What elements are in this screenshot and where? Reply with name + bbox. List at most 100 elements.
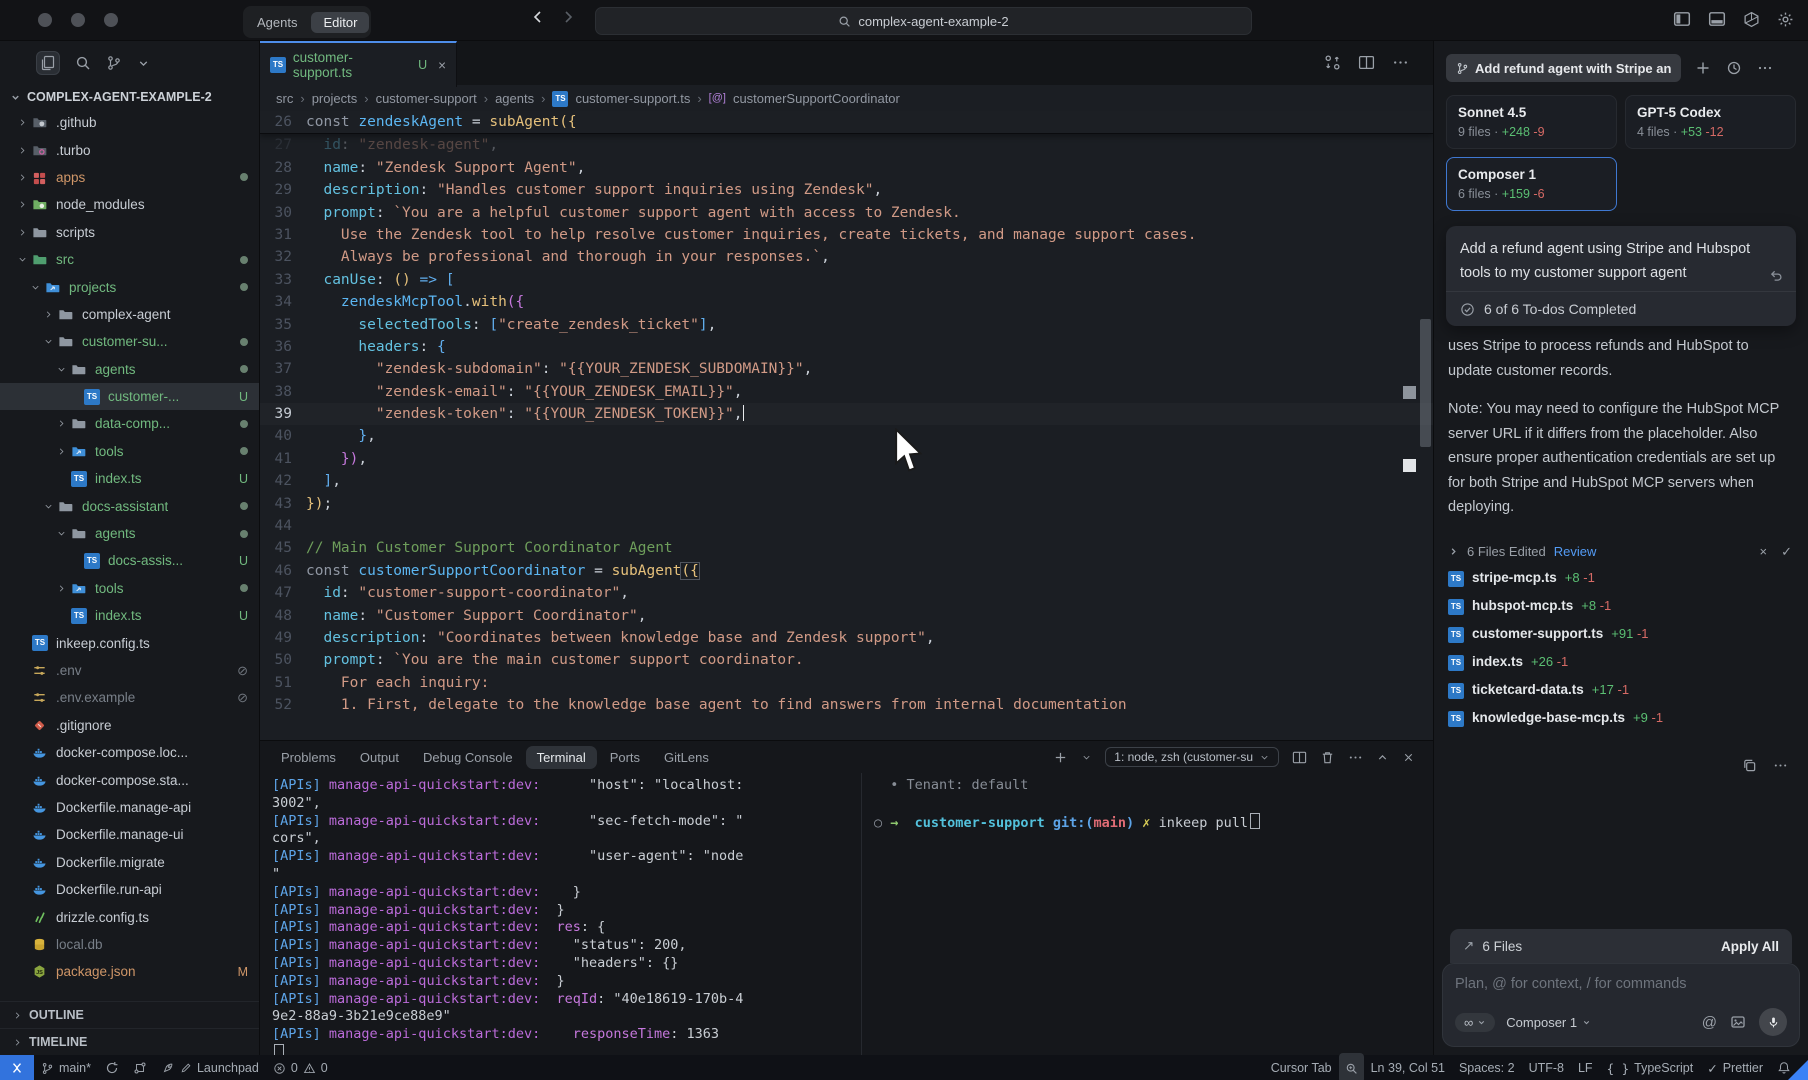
code-line[interactable]: 51 For each inquiry:	[260, 672, 1433, 694]
agent-card-sonnet-4-5[interactable]: Sonnet 4.59 files · +248 -9	[1446, 95, 1617, 149]
indentation-status[interactable]: Spaces: 2	[1452, 1055, 1522, 1080]
code-line[interactable]: 26const zendeskAgent = subAgent({	[260, 111, 1433, 134]
tree-item[interactable]: projects	[0, 273, 259, 300]
panel-tab-debug-console[interactable]: Debug Console	[412, 746, 524, 769]
model-selector[interactable]: Composer 1	[1506, 1015, 1591, 1030]
panel-tab-terminal[interactable]: Terminal	[526, 746, 597, 769]
settings-gear-icon[interactable]	[1777, 11, 1794, 28]
forward-arrow-icon[interactable]	[560, 9, 576, 25]
code-line[interactable]: 30 prompt: `You are a helpful customer s…	[260, 202, 1433, 224]
breadcrumb-file[interactable]: customer-support.ts	[575, 91, 690, 106]
breadcrumb-item[interactable]: projects	[312, 91, 358, 106]
code-line[interactable]: 27 id: "zendesk-agent",	[260, 134, 1433, 156]
chevron-right-icon[interactable]	[1448, 546, 1459, 557]
tree-item[interactable]: agents	[0, 356, 259, 383]
search-tool-icon[interactable]	[75, 55, 91, 71]
code-line[interactable]: 28 name: "Zendesk Support Agent",	[260, 157, 1433, 179]
tree-item[interactable]: .env⊘	[0, 657, 259, 684]
source-control-icon[interactable]	[106, 55, 122, 71]
remote-indicator[interactable]	[0, 1055, 34, 1080]
open-changes-icon[interactable]	[1324, 54, 1341, 71]
panel-tab-problems[interactable]: Problems	[270, 746, 347, 769]
apply-files-bar[interactable]: ↗ 6 Files Apply All	[1450, 929, 1792, 963]
terminal-pane-left[interactable]: [APIs] manage-api-quickstart:dev: "host"…	[260, 773, 861, 1055]
code-line[interactable]: 29 description: "Handles customer suppor…	[260, 179, 1433, 201]
panel-more-icon[interactable]	[1348, 750, 1363, 765]
tree-item[interactable]: apps	[0, 164, 259, 191]
code-line[interactable]: 33 canUse: () => [	[260, 269, 1433, 291]
tree-item[interactable]: Dockerfile.manage-ui	[0, 821, 259, 848]
sync-icon[interactable]	[98, 1055, 126, 1080]
breadcrumb-item[interactable]: customer-support	[376, 91, 477, 106]
tree-item[interactable]: tools	[0, 575, 259, 602]
message-more-icon[interactable]	[1773, 758, 1788, 773]
toggle-sidebar-icon[interactable]	[1673, 10, 1691, 28]
breadcrumb-item[interactable]: src	[276, 91, 293, 106]
terminal-dropdown-chevron-icon[interactable]	[1081, 752, 1092, 763]
edited-file-row[interactable]: TSstripe-mcp.ts+8 -1	[1434, 564, 1808, 592]
split-terminal-icon[interactable]	[1292, 750, 1307, 765]
code-line[interactable]: 46const customerSupportCoordinator = sub…	[260, 560, 1433, 582]
git-branch-status[interactable]: main*	[34, 1055, 98, 1080]
mode-tab-editor[interactable]: Editor	[311, 12, 369, 33]
code-line[interactable]: 47 id: "customer-support-coordinator",	[260, 582, 1433, 604]
edited-file-row[interactable]: TSticketcard-data.ts+17 -1	[1434, 676, 1808, 704]
sidebar-section-outline[interactable]: OUTLINE	[0, 1001, 259, 1028]
code-line[interactable]: 39 "zendesk-token": "{{YOUR_ZENDESK_TOKE…	[260, 403, 1433, 425]
code-line[interactable]: 41 }),	[260, 448, 1433, 470]
panel-tab-ports[interactable]: Ports	[599, 746, 651, 769]
tree-item[interactable]: .turbo	[0, 136, 259, 163]
tree-item[interactable]: Dockerfile.run-api	[0, 876, 259, 903]
close-panel-icon[interactable]	[1402, 751, 1415, 764]
gitlens-compare-icon[interactable]	[126, 1055, 154, 1080]
panel-tab-output[interactable]: Output	[349, 746, 410, 769]
code-line[interactable]: 44	[260, 515, 1433, 537]
code-line[interactable]: 40 },	[260, 425, 1433, 447]
close-tab-icon[interactable]: ×	[438, 58, 446, 73]
history-icon[interactable]	[1726, 60, 1742, 76]
breadcrumb-symbol[interactable]: customerSupportCoordinator	[733, 91, 900, 106]
copy-icon[interactable]	[1742, 758, 1757, 773]
agent-card-gpt-5-codex[interactable]: GPT-5 Codex4 files · +53 -12	[1625, 95, 1796, 149]
tab-customer-support[interactable]: TS customer-support.ts U ×	[260, 41, 457, 87]
code-line[interactable]: 50 prompt: `You are the main customer su…	[260, 649, 1433, 671]
cursor-position-status[interactable]: Ln 39, Col 51	[1364, 1055, 1452, 1080]
tree-item[interactable]: TSinkeep.config.ts	[0, 629, 259, 656]
traffic-light-minimize[interactable]	[71, 13, 85, 27]
code-editor[interactable]: 26const zendeskAgent = subAgent({27 id: …	[260, 111, 1433, 740]
tree-item[interactable]: drizzle.config.ts	[0, 903, 259, 930]
mode-tab-agents[interactable]: Agents	[245, 12, 309, 33]
cursor-logo-icon[interactable]	[1743, 11, 1760, 28]
code-line[interactable]: 49 description: "Coordinates between kno…	[260, 627, 1433, 649]
traffic-light-close[interactable]	[38, 13, 52, 27]
edited-file-row[interactable]: TSindex.ts+26 -1	[1434, 648, 1808, 676]
terminal-pane-right[interactable]: • Tenant: default○ → customer-support gi…	[862, 773, 1433, 1055]
tree-item[interactable]: data-comp...	[0, 410, 259, 437]
tree-item[interactable]: scripts	[0, 219, 259, 246]
eol-status[interactable]: LF	[1571, 1055, 1600, 1080]
tree-item[interactable]: TSindex.tsU	[0, 465, 259, 492]
traffic-light-zoom[interactable]	[104, 13, 118, 27]
code-line[interactable]: 45// Main Customer Support Coordinator A…	[260, 537, 1433, 559]
tree-item[interactable]: JSpackage.jsonM	[0, 958, 259, 985]
code-line[interactable]: 37 "zendesk-subdomain": "{{YOUR_ZENDESK_…	[260, 358, 1433, 380]
editor-scrollbar[interactable]	[1420, 319, 1431, 447]
code-line[interactable]: 34 zendeskMcpTool.with({	[260, 291, 1433, 313]
problems-status[interactable]: 0 0	[266, 1055, 335, 1080]
code-line[interactable]: 35 selectedTools: ["create_zendesk_ticke…	[260, 314, 1433, 336]
sidebar-section-timeline[interactable]: TIMELINE	[0, 1028, 259, 1055]
agent-card-composer-1[interactable]: Composer 16 files · +159 -6	[1446, 157, 1617, 211]
tree-item[interactable]: docs-assistant	[0, 492, 259, 519]
composer-input[interactable]: Plan, @ for context, / for commands ∞ Co…	[1442, 963, 1800, 1047]
tree-item[interactable]: customer-su...	[0, 328, 259, 355]
accept-all-icon[interactable]: ✓	[1781, 544, 1792, 560]
edited-file-row[interactable]: TScustomer-support.ts+91 -1	[1434, 620, 1808, 648]
composer-session-tab[interactable]: Add refund agent with Stripe an	[1446, 54, 1681, 82]
code-line[interactable]: 31 Use the Zendesk tool to help resolve …	[260, 224, 1433, 246]
kill-terminal-icon[interactable]	[1320, 750, 1335, 765]
formatter-status[interactable]: ✓Prettier	[1700, 1055, 1770, 1080]
terminal-session-select[interactable]: 1: node, zsh (customer-su	[1105, 747, 1279, 767]
new-chat-icon[interactable]	[1695, 60, 1711, 76]
apply-all-button[interactable]: Apply All	[1721, 939, 1779, 954]
code-line[interactable]: 48 name: "Customer Support Coordinator",	[260, 605, 1433, 627]
